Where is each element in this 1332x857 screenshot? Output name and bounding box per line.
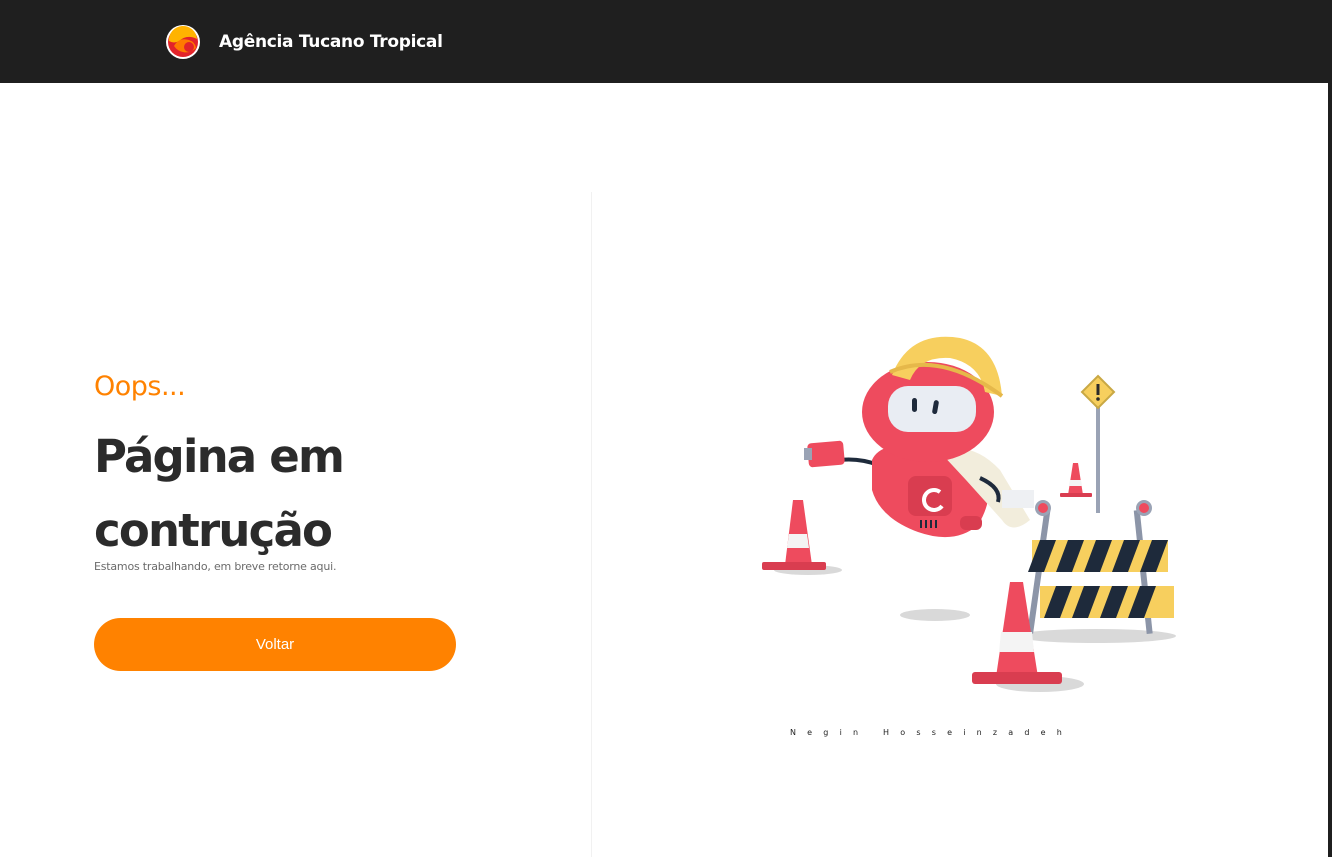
column-divider	[591, 192, 592, 857]
brand-home-link[interactable]: Agência Tucano Tropical	[165, 24, 443, 60]
top-navigation-bar: Agência Tucano Tropical	[0, 0, 1332, 83]
back-button[interactable]: Voltar	[94, 618, 456, 671]
illustration-credit: Negin Hosseinzadeh	[790, 728, 1074, 737]
subtitle-text: Estamos trabalhando, em breve retorne aq…	[94, 560, 337, 573]
page-title: Página em contrução	[94, 430, 345, 557]
construction-robot-icon	[762, 336, 1176, 692]
window-edge	[1328, 0, 1332, 857]
eyebrow-text: Oops...	[94, 371, 186, 402]
toucan-sun-logo-icon	[166, 25, 200, 59]
brand-name: Agência Tucano Tropical	[219, 32, 443, 52]
